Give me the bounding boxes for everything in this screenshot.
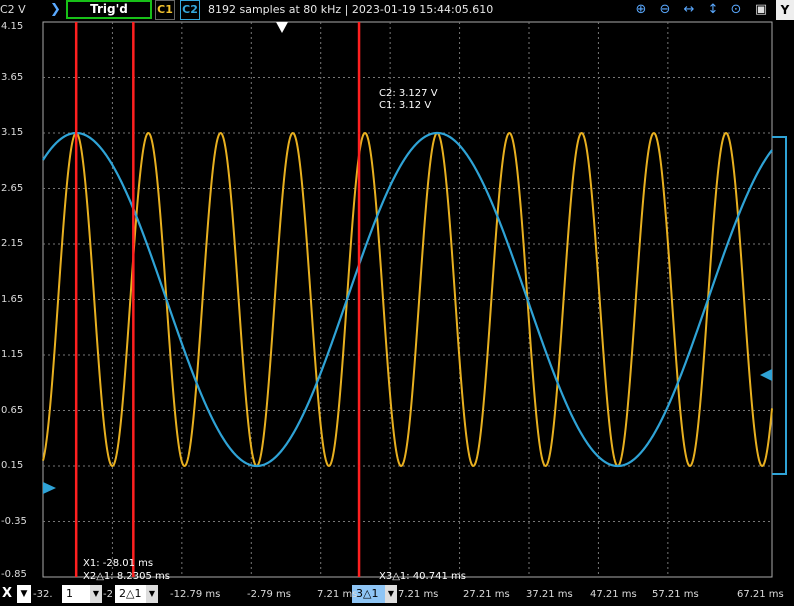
cursor-readout-c2: C2: 3.127 V — [379, 88, 438, 99]
trigger-position-marker — [276, 22, 288, 33]
y-tick-label: 2.65 — [1, 182, 24, 194]
x-tick-label: 47.21 ms — [590, 589, 637, 600]
cursor-x3-label: X3△1: 40.741 ms — [379, 571, 466, 582]
x-tick-label: 67.21 ms — [737, 589, 784, 600]
x-tick-label: 57.21 ms — [652, 589, 699, 600]
cursor-select-2[interactable]: 2△1 ▼ — [115, 585, 158, 603]
cursor-x2-label: X2△1: 8.2305 ms — [83, 571, 170, 582]
x-tick-label: -12.79 ms — [170, 589, 221, 600]
y-tick-label: 1.65 — [1, 293, 24, 305]
cursor-readout-c1: C1: 3.12 V — [379, 100, 432, 111]
bottom-toolbar: X ▼ 1 ▼ 2△1 ▼ 3△1 ▼ -32. -2 -12.79 ms -2.79… — [0, 585, 794, 606]
x-tick-label: -2 — [103, 589, 113, 600]
y-tick-label: 0.65 — [1, 404, 24, 416]
channel2-offset-marker — [43, 482, 56, 494]
cursor-select-3-value: 3△1 — [356, 587, 379, 600]
x-tick-label: 27.21 ms — [463, 589, 510, 600]
x-axis-dropdown-icon[interactable]: ▼ — [17, 585, 31, 603]
x-tick-label: 7.21 ms — [317, 589, 358, 600]
y-tick-label: -0.35 — [1, 515, 27, 527]
y-tick-label: -0.85 — [1, 569, 27, 580]
x-axis-button[interactable]: X — [2, 586, 12, 601]
y-tick-label: 2.15 — [1, 238, 24, 249]
chevron-down-icon[interactable]: ▼ — [90, 585, 102, 603]
y-tick-label: 1.15 — [1, 349, 24, 360]
x-tick-label: -32. — [33, 589, 53, 600]
cursor-x1-label: X1: -28.01 ms — [83, 558, 154, 569]
x-tick-label: -2.79 ms — [247, 589, 292, 600]
right-edge-trace-tail — [772, 136, 787, 475]
y-tick-label: 3.65 — [1, 71, 24, 83]
y-tick-label: 4.15 — [1, 21, 24, 32]
x-tick-label: 37.21 ms — [526, 589, 573, 600]
cursor-select-1-value: 1 — [66, 587, 73, 600]
chevron-down-icon[interactable]: ▼ — [146, 585, 158, 603]
y-tick-label: 0.15 — [1, 460, 24, 471]
cursor-select-2-value: 2△1 — [119, 587, 142, 600]
cursor-select-3[interactable]: 3△1 ▼ — [352, 585, 397, 603]
y-tick-label: 3.15 — [1, 127, 24, 138]
trigger-level-marker — [760, 369, 772, 381]
chevron-down-icon[interactable]: ▼ — [385, 585, 397, 603]
x-tick-label: 7.21 ms — [398, 589, 439, 600]
cursor-select-1[interactable]: 1 ▼ — [62, 585, 102, 603]
